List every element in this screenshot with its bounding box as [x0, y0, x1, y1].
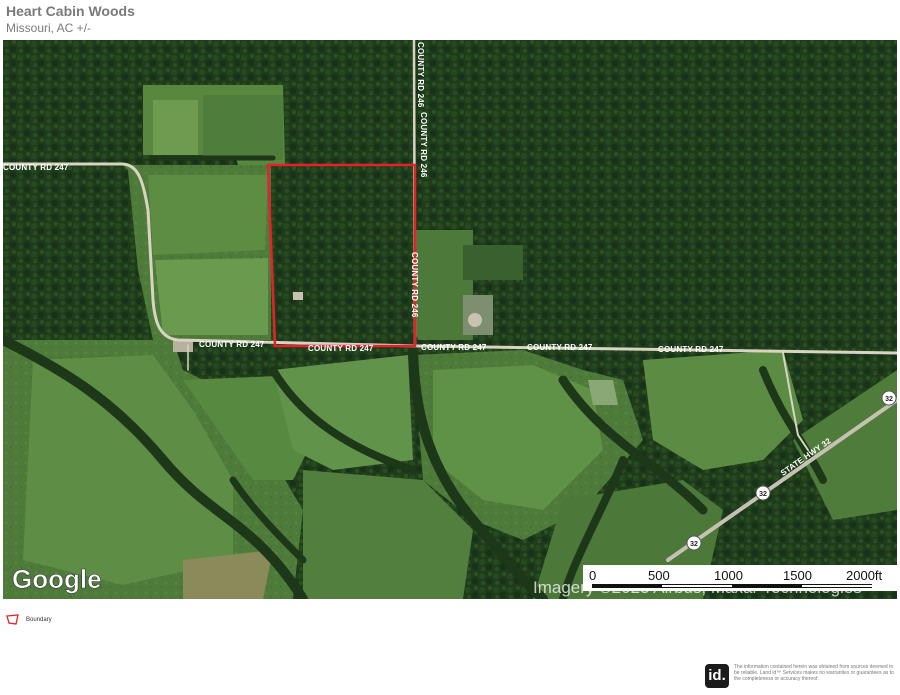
road-label-county-rd-246: COUNTY RD 246 — [419, 112, 428, 178]
scale-tick-label: 2000ft — [846, 568, 883, 583]
map-canvas: COUNTY RD 247 COUNTY RD 247 COUNTY RD 24… — [3, 40, 897, 599]
svg-text:32: 32 — [885, 396, 893, 403]
road-label-county-rd-246: COUNTY RD 246 — [410, 252, 419, 318]
highway-shield-icon: 32 — [881, 390, 897, 406]
road-label-county-rd-247: COUNTY RD 247 — [658, 345, 724, 354]
disclaimer-text: The information contained herein was obt… — [734, 664, 894, 683]
scale-tick-label: 500 — [648, 568, 670, 583]
svg-text:32: 32 — [690, 541, 698, 548]
svg-text:32: 32 — [759, 491, 767, 498]
scale-bar: 0 500 1000 1500 2000ft — [583, 565, 897, 591]
property-title: Heart Cabin Woods — [6, 3, 135, 19]
road-label-county-rd-247: COUNTY RD 247 — [527, 343, 593, 352]
highway-shield-icon: 32 — [755, 485, 771, 501]
page-footer: id. The information contained herein was… — [705, 664, 899, 688]
road-label-county-rd-247: COUNTY RD 247 — [3, 163, 69, 172]
property-subtitle: Missouri, AC +/- — [6, 21, 92, 35]
road-label-county-rd-247: COUNTY RD 247 — [308, 344, 374, 353]
road-label-county-rd-246: COUNTY RD 246 — [416, 42, 425, 108]
road-label-county-rd-247: COUNTY RD 247 — [421, 343, 487, 352]
map-header: Heart Cabin Woods Missouri, AC +/- — [6, 3, 135, 36]
boundary-polygon-icon — [6, 614, 19, 625]
satellite-map[interactable]: COUNTY RD 247 COUNTY RD 247 COUNTY RD 24… — [3, 40, 897, 599]
id-logo: id. — [705, 664, 729, 688]
scale-tick-label: 1000 — [714, 568, 743, 583]
highway-shield-icon: 32 — [686, 535, 702, 551]
map-legend: Boundary — [6, 614, 52, 626]
scale-tick-label: 0 — [589, 568, 596, 583]
legend-boundary-label: Boundary — [26, 617, 52, 623]
road-label-county-rd-247: COUNTY RD 247 — [199, 340, 265, 349]
google-logo: Google — [12, 564, 102, 594]
scale-tick-label: 1500 — [783, 568, 812, 583]
